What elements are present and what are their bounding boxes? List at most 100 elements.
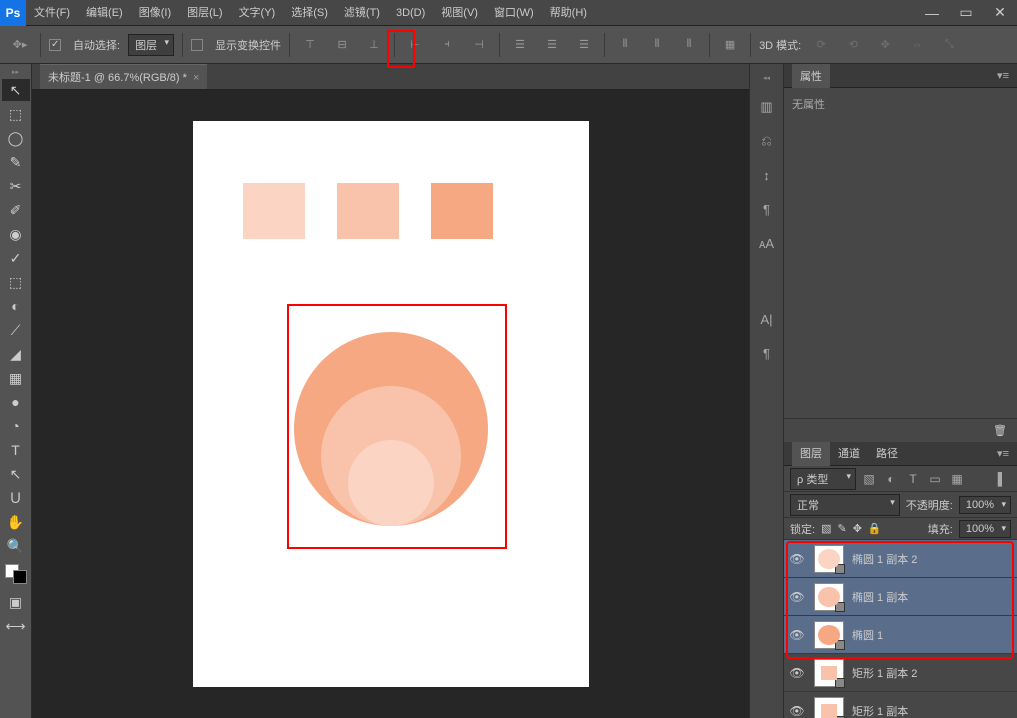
visibility-icon[interactable]: 👁 bbox=[788, 666, 806, 680]
layer-thumbnail[interactable] bbox=[814, 621, 844, 649]
lock-pixels-icon[interactable]: ▧ bbox=[821, 522, 831, 535]
strip-icon-2[interactable]: ⎌ bbox=[756, 130, 778, 152]
strip-icon-4[interactable]: ¶ bbox=[756, 198, 778, 220]
layer-thumbnail[interactable] bbox=[814, 697, 844, 718]
blend-mode-dropdown[interactable]: 正常 bbox=[790, 494, 900, 516]
visibility-icon[interactable]: 👁 bbox=[788, 590, 806, 604]
layer-kind-dropdown[interactable]: ρ 类型 bbox=[790, 468, 856, 490]
layer-thumbnail[interactable] bbox=[814, 583, 844, 611]
canvas-viewport[interactable] bbox=[32, 90, 749, 718]
filter-smart-icon[interactable]: ▦ bbox=[948, 472, 966, 486]
strip-icon-3[interactable]: ↕ bbox=[756, 164, 778, 186]
align-hcenter-icon[interactable]: ⫞ bbox=[435, 33, 459, 57]
panel-menu-icon[interactable]: ▾≡ bbox=[997, 69, 1009, 82]
auto-select-checkbox[interactable] bbox=[49, 39, 61, 51]
dist-right-icon[interactable]: ⦀ bbox=[677, 33, 701, 57]
strip-icon-1[interactable]: ▥ bbox=[756, 96, 778, 118]
visibility-icon[interactable]: 👁 bbox=[788, 628, 806, 642]
eraser-tool[interactable]: ⟋ bbox=[2, 319, 30, 341]
brush-tool[interactable]: ✓ bbox=[2, 247, 30, 269]
channels-tab[interactable]: 通道 bbox=[830, 442, 868, 466]
menu-file[interactable]: 文件(F) bbox=[26, 0, 78, 26]
gradient-tool[interactable]: ◢ bbox=[2, 343, 30, 365]
blur-tool[interactable]: ▦ bbox=[2, 367, 30, 389]
layer-row[interactable]: 👁 椭圆 1 副本 2 bbox=[784, 540, 1017, 578]
layer-row[interactable]: 👁 椭圆 1 bbox=[784, 616, 1017, 654]
menu-view[interactable]: 视图(V) bbox=[433, 0, 486, 26]
filter-type-icon[interactable]: T bbox=[904, 472, 922, 486]
layers-menu-icon[interactable]: ▾≡ bbox=[997, 447, 1009, 460]
layer-name[interactable]: 椭圆 1 副本 2 bbox=[852, 551, 917, 567]
hand-tool[interactable]: ✋ bbox=[2, 511, 30, 533]
layer-name[interactable]: 椭圆 1 副本 bbox=[852, 589, 908, 605]
3d-slide-icon[interactable]: ⇔ bbox=[905, 33, 929, 57]
close-tab-icon[interactable]: × bbox=[193, 72, 199, 84]
layer-name[interactable]: 矩形 1 副本 2 bbox=[852, 665, 917, 681]
align-bottom-icon[interactable]: ⊥ bbox=[362, 33, 386, 57]
menu-image[interactable]: 图像(I) bbox=[131, 0, 179, 26]
menu-layer[interactable]: 图层(L) bbox=[179, 0, 230, 26]
opacity-field[interactable]: 100% bbox=[959, 496, 1011, 514]
dodge-tool[interactable]: ● bbox=[2, 391, 30, 413]
crop-tool[interactable]: ✂ bbox=[2, 175, 30, 197]
screen-mode-tool[interactable]: ⟷ bbox=[2, 615, 30, 637]
filter-adjust-icon[interactable]: ◐ bbox=[882, 472, 900, 486]
path-select-tool[interactable]: ↖ bbox=[2, 463, 30, 485]
3d-scale-icon[interactable]: ⤡ bbox=[937, 33, 961, 57]
menu-select[interactable]: 选择(S) bbox=[283, 0, 336, 26]
quickmask-tool[interactable]: ▣ bbox=[2, 591, 30, 613]
eyedropper-tool[interactable]: ✐ bbox=[2, 199, 30, 221]
close-button[interactable]: ✕ bbox=[983, 0, 1017, 26]
pen-tool[interactable]: ◔ bbox=[2, 415, 30, 437]
lasso-tool[interactable]: ◯ bbox=[2, 127, 30, 149]
align-right-icon[interactable]: ⊣ bbox=[467, 33, 491, 57]
zoom-tool[interactable]: 🔍 bbox=[2, 535, 30, 557]
3d-orbit-icon[interactable]: ⟳ bbox=[809, 33, 833, 57]
3d-pan-icon[interactable]: ✥ bbox=[873, 33, 897, 57]
menu-edit[interactable]: 编辑(E) bbox=[78, 0, 131, 26]
layer-thumbnail[interactable] bbox=[814, 659, 844, 687]
3d-roll-icon[interactable]: ⟲ bbox=[841, 33, 865, 57]
layer-thumbnail[interactable] bbox=[814, 545, 844, 573]
menu-window[interactable]: 窗口(W) bbox=[486, 0, 542, 26]
layer-name[interactable]: 椭圆 1 bbox=[852, 627, 883, 643]
lock-icon[interactable]: 🔒 bbox=[868, 522, 882, 535]
filter-pixel-icon[interactable]: ▧ bbox=[860, 472, 878, 486]
trash-icon[interactable]: 🗑 bbox=[993, 424, 1007, 437]
dist-top-icon[interactable]: ☰ bbox=[508, 33, 532, 57]
dist-bottom-icon[interactable]: ☰ bbox=[572, 33, 596, 57]
stamp-tool[interactable]: ⬚ bbox=[2, 271, 30, 293]
menu-help[interactable]: 帮助(H) bbox=[542, 0, 595, 26]
history-brush-tool[interactable]: ◐ bbox=[2, 295, 30, 317]
strip-icon-6[interactable]: A| bbox=[756, 308, 778, 330]
layer-name[interactable]: 矩形 1 副本 bbox=[852, 703, 908, 718]
dist-hcenter-icon[interactable]: ⦀ bbox=[645, 33, 669, 57]
filter-shape-icon[interactable]: ▭ bbox=[926, 472, 944, 486]
visibility-icon[interactable]: 👁 bbox=[788, 704, 806, 718]
show-transform-checkbox[interactable] bbox=[191, 39, 203, 51]
strip-icon-5[interactable]: ᴀA bbox=[756, 232, 778, 254]
auto-align-icon[interactable]: ▦ bbox=[718, 33, 742, 57]
quick-select-tool[interactable]: ✎ bbox=[2, 151, 30, 173]
maximize-button[interactable]: ▭ bbox=[949, 0, 983, 26]
minimize-button[interactable]: — bbox=[915, 0, 949, 26]
strip-icon-7[interactable]: ¶ bbox=[756, 342, 778, 364]
color-swatch[interactable] bbox=[5, 564, 27, 584]
lock-all-icon[interactable]: ✥ bbox=[853, 522, 862, 535]
layer-row[interactable]: 👁 矩形 1 副本 bbox=[784, 692, 1017, 718]
properties-tab[interactable]: 属性 bbox=[792, 64, 830, 88]
type-tool[interactable]: T bbox=[2, 439, 30, 461]
menu-filter[interactable]: 滤镜(T) bbox=[336, 0, 388, 26]
layer-row[interactable]: 👁 矩形 1 副本 2 bbox=[784, 654, 1017, 692]
lock-position-icon[interactable]: ✎ bbox=[837, 522, 846, 535]
auto-select-dropdown[interactable]: 图层 bbox=[128, 34, 174, 56]
document-tab[interactable]: 未标题-1 @ 66.7%(RGB/8) *× bbox=[40, 64, 207, 89]
filter-toggle-icon[interactable]: ▌ bbox=[993, 472, 1011, 486]
canvas[interactable] bbox=[193, 121, 589, 687]
fill-field[interactable]: 100% bbox=[959, 520, 1011, 538]
menu-type[interactable]: 文字(Y) bbox=[231, 0, 284, 26]
layer-row[interactable]: 👁 椭圆 1 副本 bbox=[784, 578, 1017, 616]
move-tool[interactable]: ↖ bbox=[2, 79, 30, 101]
dist-left-icon[interactable]: ⦀ bbox=[613, 33, 637, 57]
shape-tool[interactable]: Ｕ bbox=[2, 487, 30, 509]
